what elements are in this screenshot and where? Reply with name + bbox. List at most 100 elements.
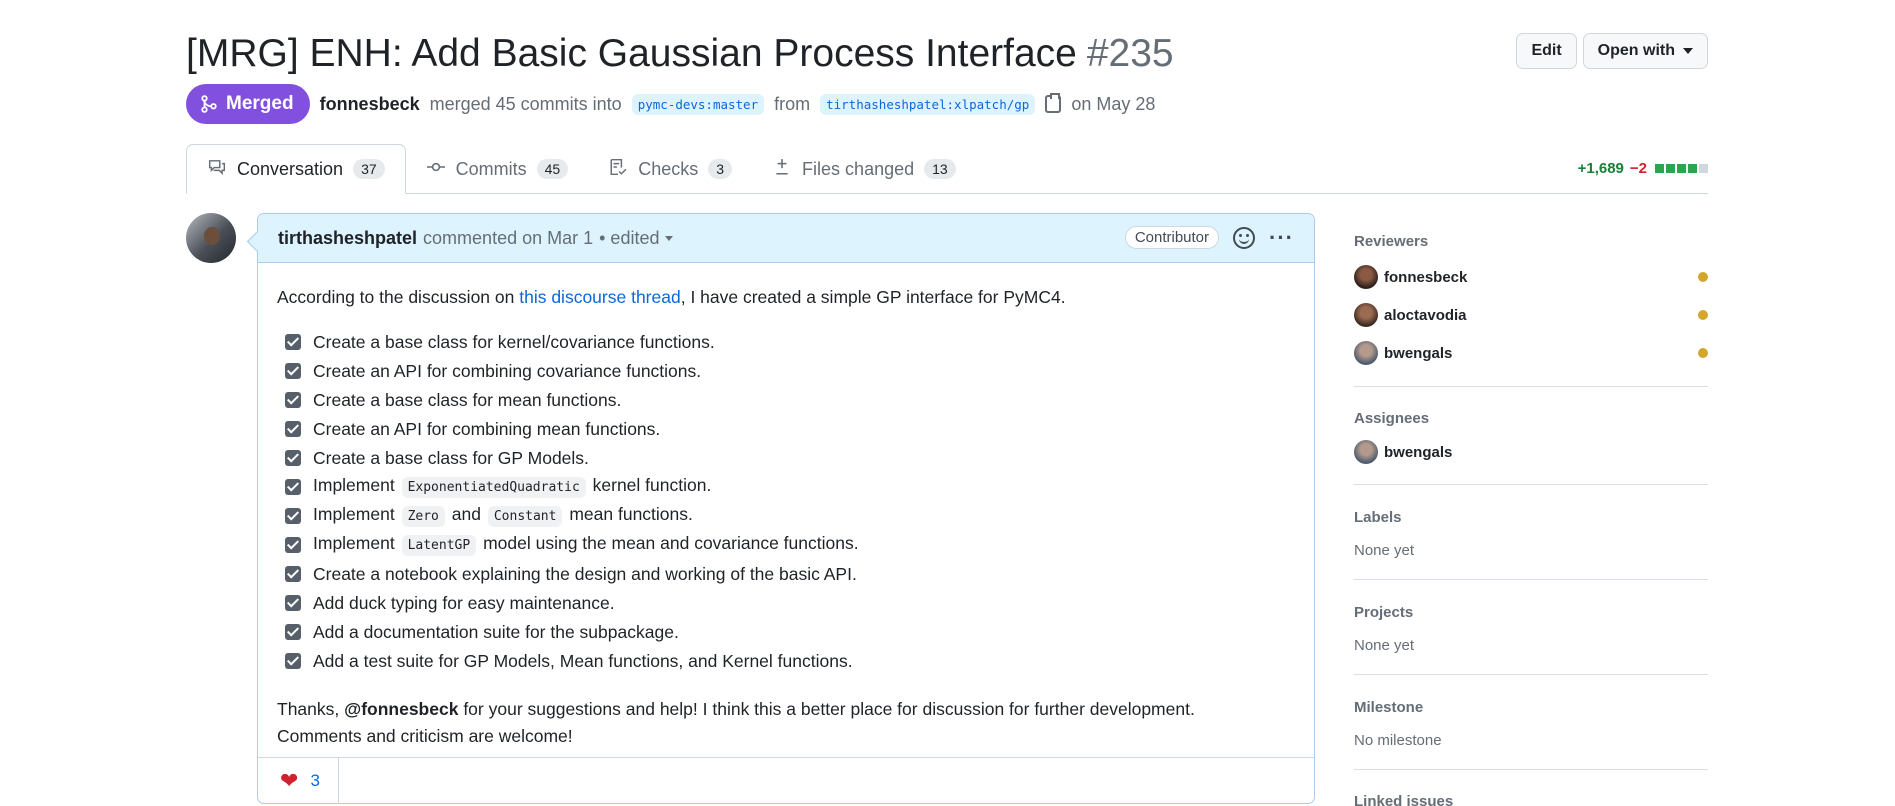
thanks-text-line2: Comments and criticism are welcome! bbox=[277, 726, 573, 746]
diffstat-deletions: −2 bbox=[1629, 160, 1647, 177]
tab-counter: 37 bbox=[353, 159, 385, 179]
edited-label: • edited bbox=[599, 227, 660, 248]
checkbox-checked[interactable] bbox=[285, 594, 301, 611]
checkbox-checked[interactable] bbox=[285, 362, 301, 379]
reviewer-item[interactable]: aloctavodia bbox=[1354, 296, 1708, 334]
diffstat-block bbox=[1677, 164, 1686, 173]
checkbox-checked[interactable] bbox=[285, 449, 301, 466]
reviewer-item[interactable]: fonnesbeck bbox=[1354, 258, 1708, 296]
comment-author[interactable]: tirthasheshpatel bbox=[278, 228, 417, 249]
intro-text: According to the discussion on bbox=[277, 287, 520, 307]
task-text-pre: Implement bbox=[313, 504, 395, 524]
linked-issues-heading[interactable]: Linked issues bbox=[1354, 793, 1708, 806]
projects-section: Projects None yet bbox=[1354, 604, 1708, 654]
tab-commits[interactable]: Commits 45 bbox=[406, 144, 589, 194]
comment-timestamp[interactable]: commented on Mar 1 bbox=[423, 228, 593, 249]
divider bbox=[1354, 579, 1708, 580]
kebab-icon[interactable]: ··· bbox=[1269, 226, 1294, 248]
task-text: Create an API for combining covariance f… bbox=[313, 360, 702, 381]
intro-text-end: , I have created a simple GP interface f… bbox=[680, 287, 1066, 307]
checkbox-checked[interactable] bbox=[285, 478, 301, 495]
avatar bbox=[1354, 440, 1378, 464]
commit-icon bbox=[426, 158, 446, 181]
checkbox-checked[interactable] bbox=[285, 507, 301, 524]
heart-reaction[interactable]: ❤ 3 bbox=[258, 757, 339, 804]
avatar[interactable] bbox=[186, 213, 236, 263]
task-item: Create a base class for kernel/covarianc… bbox=[277, 327, 1295, 356]
smiley-icon[interactable] bbox=[1233, 226, 1256, 249]
checkbox-checked[interactable] bbox=[285, 565, 301, 582]
discourse-link[interactable]: this discourse thread bbox=[519, 287, 680, 307]
labels-heading[interactable]: Labels bbox=[1354, 509, 1708, 526]
reviewer-name: aloctavodia bbox=[1384, 306, 1467, 324]
task-text-pre: Implement bbox=[313, 533, 395, 553]
checkbox-checked[interactable] bbox=[285, 391, 301, 408]
task-item: Implement LatentGP model using the mean … bbox=[277, 530, 1295, 559]
divider bbox=[1354, 484, 1708, 485]
copy-icon[interactable] bbox=[1045, 93, 1062, 113]
pr-tabs: Conversation 37 Commits 45 Checks 3 File… bbox=[186, 144, 1708, 194]
tab-counter: 3 bbox=[708, 159, 733, 179]
merge-date: on May 28 bbox=[1071, 93, 1156, 114]
thanks-text-end: for your suggestions and help! I think t… bbox=[458, 699, 1195, 719]
checkbox-checked[interactable] bbox=[285, 333, 301, 350]
pending-review-icon bbox=[1698, 310, 1708, 320]
user-mention[interactable]: @fonnesbeck bbox=[344, 699, 458, 719]
reviewer-item[interactable]: bwengals bbox=[1354, 334, 1708, 372]
edited-dropdown[interactable]: • edited bbox=[599, 227, 674, 249]
thanks-text: Thanks, bbox=[277, 699, 345, 719]
assignees-heading[interactable]: Assignees bbox=[1354, 410, 1708, 427]
checkbox-checked[interactable] bbox=[285, 623, 301, 640]
header-actions: Edit Open with bbox=[1516, 33, 1708, 69]
avatar bbox=[1354, 303, 1378, 327]
reviewers-heading[interactable]: Reviewers bbox=[1354, 233, 1708, 250]
diffstat-block bbox=[1699, 164, 1708, 173]
base-branch[interactable]: pymc-devs:master bbox=[631, 93, 765, 115]
edit-button[interactable]: Edit bbox=[1516, 33, 1577, 69]
checklist-icon bbox=[608, 158, 628, 181]
tab-label: Checks bbox=[638, 158, 699, 179]
head-branch[interactable]: tirthasheshpatel:xlpatch/gp bbox=[820, 93, 1036, 115]
diffstat-blocks bbox=[1655, 164, 1708, 173]
assignee-name: bwengals bbox=[1384, 443, 1453, 461]
milestone-heading[interactable]: Milestone bbox=[1354, 699, 1708, 716]
reviewer-name: bwengals bbox=[1384, 344, 1453, 362]
comment-card: tirthasheshpatel commented on Mar 1 • ed… bbox=[257, 213, 1315, 804]
diffstat[interactable]: +1,689 −2 bbox=[1578, 160, 1708, 177]
tab-files-changed[interactable]: Files changed 13 bbox=[752, 144, 976, 194]
inline-code: LatentGP bbox=[401, 535, 477, 556]
diffstat-block bbox=[1666, 164, 1675, 173]
checkbox-checked[interactable] bbox=[285, 652, 301, 669]
status-badge: Merged bbox=[186, 84, 310, 124]
task-text: Implement ExponentiatedQuadratic kernel … bbox=[313, 471, 711, 502]
diffstat-block bbox=[1655, 164, 1664, 173]
inline-code: Zero bbox=[401, 506, 445, 527]
task-text: Implement LatentGP model using the mean … bbox=[313, 529, 859, 560]
task-text: Implement Zero and Constant mean functio… bbox=[313, 500, 693, 531]
inline-code: ExponentiatedQuadratic bbox=[401, 477, 586, 498]
task-text: Add a documentation suite for the subpac… bbox=[313, 621, 679, 642]
task-item: Create a base class for mean functions. bbox=[277, 385, 1295, 414]
task-text: Add duck typing for easy maintenance. bbox=[313, 592, 615, 613]
status-label: Merged bbox=[226, 93, 294, 114]
comment-icon bbox=[207, 158, 227, 181]
tab-checks[interactable]: Checks 3 bbox=[588, 144, 752, 194]
open-with-button[interactable]: Open with bbox=[1582, 33, 1708, 69]
assignee-item[interactable]: bwengals bbox=[1354, 433, 1708, 471]
checkbox-checked[interactable] bbox=[285, 420, 301, 437]
merger-link[interactable]: fonnesbeck bbox=[320, 94, 420, 115]
tab-label: Conversation bbox=[237, 158, 344, 179]
heart-icon: ❤ bbox=[280, 767, 299, 793]
thanks-paragraph: Thanks, @fonnesbeck for your suggestions… bbox=[277, 696, 1295, 750]
projects-heading[interactable]: Projects bbox=[1354, 604, 1708, 621]
task-item: Add a documentation suite for the subpac… bbox=[277, 617, 1295, 646]
task-text-post: kernel function. bbox=[592, 475, 712, 495]
chevron-down-icon bbox=[1683, 48, 1693, 54]
tab-label: Files changed bbox=[802, 158, 915, 179]
tab-conversation[interactable]: Conversation 37 bbox=[186, 144, 406, 194]
diffstat-additions: +1,689 bbox=[1577, 160, 1624, 177]
from-text: from bbox=[774, 93, 811, 114]
reviewers-section: Reviewers fonnesbeck aloctavodia bwengal… bbox=[1354, 233, 1708, 372]
checkbox-checked[interactable] bbox=[285, 536, 301, 553]
avatar bbox=[1354, 265, 1378, 289]
